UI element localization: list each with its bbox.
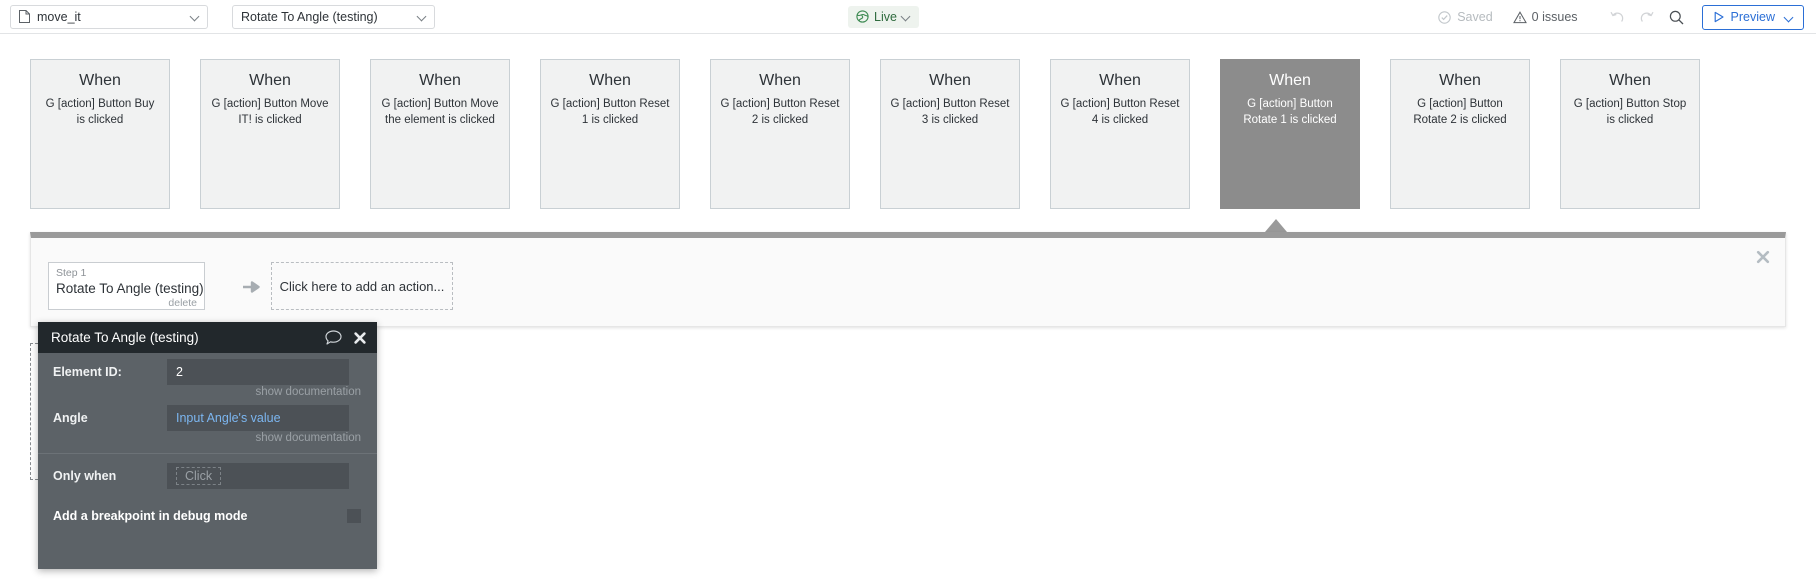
preview-label: Preview [1730,10,1775,24]
workflow-event-card[interactable]: When G [action] Button Reset 2 is clicked [710,59,850,209]
top-toolbar: move_it Rotate To Angle (testing) Live S… [0,0,1816,34]
popup-body: Element ID: 2 show documentation Angle Input… [38,353,377,445]
app-selector-label: move_it [37,9,81,24]
step-name-label: Rotate To Angle (testing) [56,281,204,296]
workflow-event-card[interactable]: When G [action] Button Reset 4 is clicked [1050,59,1190,209]
saved-label: Saved [1457,10,1493,24]
event-card-description: G [action] Button Rotate 2 is clicked [1413,98,1507,126]
toolbar-right-cluster: Saved 0 issues Preview [1438,0,1804,34]
close-icon[interactable] [353,331,367,345]
workflow-event-card[interactable]: When G [action] Button Rotate 2 is clicke… [1390,59,1530,209]
issues-label: 0 issues [1531,10,1578,24]
globe-icon [856,10,869,23]
only-when-label: Only when [53,469,117,483]
only-when-field[interactable]: Click [167,463,349,489]
warning-triangle-icon [1512,10,1527,23]
event-card-description: G [action] Button Rotate 1 is clicked [1243,98,1337,126]
issues-indicator[interactable]: 0 issues [1512,10,1578,24]
redo-button[interactable] [1632,4,1662,30]
property-value-field[interactable]: 2 [167,359,349,385]
popup-title: Rotate To Angle (testing) [51,330,199,345]
event-card-description: G [action] Button Move IT! is clicked [211,98,329,126]
document-icon [19,10,30,23]
undo-icon [1610,11,1623,22]
event-card-when: When [589,72,631,89]
workflow-event-card[interactable]: When G [action] Button Move IT! is clicke… [200,59,340,209]
workflow-selector-label: Rotate To Angle (testing) [241,9,378,24]
workflow-step-1[interactable]: Step 1 Rotate To Angle (testing) delete [48,262,205,310]
chevron-down-icon [902,12,911,21]
event-card-when: When [79,72,121,89]
saved-indicator: Saved [1438,10,1493,24]
breakpoint-row: Add a breakpoint in debug mode [38,498,377,534]
add-action-label: Click here to add an action... [279,278,445,294]
chevron-down-icon [191,12,200,21]
app-selector[interactable]: move_it [10,4,208,29]
workflow-event-card[interactable]: When G [action] Button Reset 3 is clicked [880,59,1020,209]
search-button[interactable] [1662,4,1692,30]
workflow-steps-panel: Step 1 Rotate To Angle (testing) delete … [30,232,1786,327]
step-delete-link[interactable]: delete [56,297,197,310]
breakpoint-label: Add a breakpoint in debug mode [53,509,248,523]
workflow-event-card[interactable]: When G [action] Button Buy is clicked [30,59,170,209]
comment-bubble-icon[interactable] [325,330,342,345]
breakpoint-checkbox[interactable] [347,509,361,523]
show-documentation-link[interactable]: show documentation [38,386,377,399]
step-number-label: Step 1 [56,267,87,279]
add-action-button[interactable]: Click here to add an action... [271,262,453,310]
event-card-when: When [929,72,971,89]
workflow-event-card[interactable]: When G [action] Button Reset 1 is clicked [540,59,680,209]
workflow-events-row: When G [action] Button Buy is clicked When… [0,35,1816,210]
chevron-down-icon [418,12,427,21]
search-icon [1669,10,1684,24]
action-properties-popup: Rotate To Angle (testing) Element ID: 2 sh… [38,322,377,569]
event-card-description: G [action] Button Stop is clicked [1573,98,1687,126]
only-when-row: Only when Click [38,454,377,498]
event-card-when: When [759,72,801,89]
preview-button[interactable]: Preview [1701,4,1804,30]
workflow-event-card[interactable]: When G [action] Button Move the element i… [370,59,510,209]
workflow-event-card[interactable]: When G [action] Button Rotate 1 is clicke… [1220,59,1360,209]
event-card-description: G [action] Button Reset 4 is clicked [1060,98,1180,126]
close-icon[interactable] [1755,249,1771,265]
workflow-selector[interactable]: Rotate To Angle (testing) [232,4,435,29]
workflow-event-card[interactable]: When G [action] Button Stop is clicked [1560,59,1700,209]
property-label: Element ID: [53,365,122,379]
event-card-when: When [249,72,291,89]
show-documentation-link[interactable]: show documentation [38,432,377,445]
arrow-right-icon [243,281,260,293]
popup-header: Rotate To Angle (testing) [38,322,377,353]
property-value-field[interactable]: Input Angle's value [167,405,349,431]
event-card-when: When [419,72,461,89]
live-version-badge[interactable]: Live [848,5,919,28]
live-badge-label: Live [874,9,897,24]
event-card-description: G [action] Button Reset 2 is clicked [720,98,840,126]
undo-button[interactable] [1602,4,1632,30]
check-circle-icon [1438,10,1451,24]
event-card-description: G [action] Button Move the element is cl… [381,98,499,126]
popup-header-icons [325,330,367,345]
event-card-description: G [action] Button Reset 1 is clicked [550,98,670,126]
redo-icon [1640,11,1654,22]
property-label: Angle [53,411,88,425]
event-card-when: When [1609,72,1651,89]
event-card-description: G [action] Button Reset 3 is clicked [890,98,1010,126]
event-card-description: G [action] Button Buy is clicked [45,98,155,126]
event-card-when: When [1099,72,1141,89]
event-card-when: When [1269,72,1311,89]
only-when-click-chip[interactable]: Click [176,467,222,485]
panel-pointer-arrow [1265,219,1287,232]
event-card-when: When [1439,72,1481,89]
play-icon [1714,11,1724,23]
chevron-down-icon [1785,13,1794,22]
